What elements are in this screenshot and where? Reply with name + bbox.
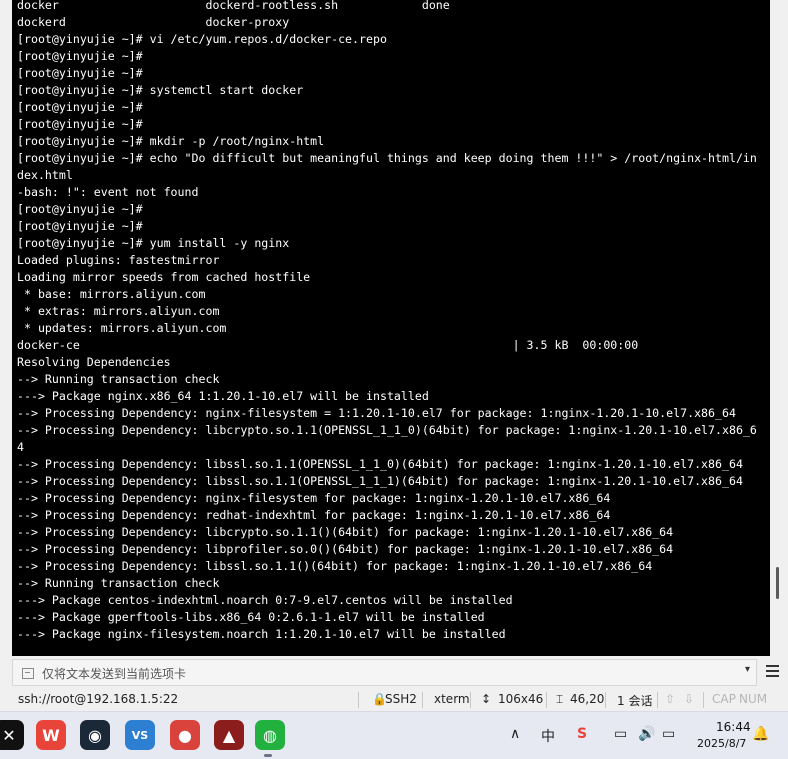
terminal-line: --> Processing Dependency: libprofiler.s… (17, 542, 674, 556)
chevron-up-icon[interactable]: ∧ (510, 726, 520, 742)
status-divider (605, 692, 606, 708)
terminal-line: Resolving Dependencies (17, 355, 171, 369)
terminal-line: dockerd docker-proxy (17, 15, 290, 29)
num-lock-indicator: NUM (739, 692, 768, 706)
send-bar: 仅将文本发送到当前选项卡 ▾ (0, 656, 788, 689)
terminal-line: docker dockerd-rootless.sh done (17, 0, 450, 12)
terminal-line: --> Processing Dependency: libssl.so.1.1… (17, 474, 743, 488)
terminal-line: Loading mirror speeds from cached hostfi… (17, 270, 311, 284)
terminal-line: --> Processing Dependency: nginx-filesys… (17, 406, 736, 420)
terminal-line: ---> Package centos-indexhtml.noarch 0:7… (17, 593, 513, 607)
terminal-line: [root@yinyujie ~]# systemctl start docke… (17, 83, 304, 97)
terminal-line: * extras: mirrors.aliyun.com (17, 304, 220, 318)
taskbar-app-capcut[interactable]: ✕ (0, 720, 24, 750)
status-divider (657, 692, 658, 708)
terminal-line: [root@yinyujie ~]# vi /etc/yum.repos.d/d… (17, 32, 387, 46)
scrollbar-thumb[interactable] (776, 567, 779, 599)
terminal-line: --> Processing Dependency: libcrypto.so.… (17, 423, 757, 437)
hamburger-menu-icon[interactable] (766, 664, 780, 678)
volume-icon[interactable]: 🔊 (638, 726, 655, 742)
arrow-down-icon[interactable]: ⇩ (684, 692, 694, 706)
terminal-line: --> Processing Dependency: nginx-filesys… (17, 491, 611, 505)
terminal-panel[interactable]: docker dockerd-rootless.sh done dockerd d… (0, 0, 788, 656)
terminal-line: [root@yinyujie ~]# (17, 219, 143, 233)
taskbar-app-visual-studio[interactable]: VS (125, 720, 155, 750)
compose-icon (22, 668, 34, 679)
terminal-line: [root@yinyujie ~]# yum install -y nginx (17, 236, 290, 250)
terminal-line: dex.html (17, 168, 73, 182)
taskbar: ✕ W ◉ VS ● ▲ ◍ ∧ 中 S ▭ 🔊 ▭ 16:44 2025/8/7 🔔 (0, 711, 788, 759)
terminal-line: * updates: mirrors.aliyun.com (17, 321, 227, 335)
taskbar-app-wps[interactable]: W (36, 720, 66, 750)
cursor-position: 46,20 (570, 692, 605, 706)
terminal-line: --> Processing Dependency: redhat-indexh… (17, 508, 611, 522)
terminal-type: xterm (434, 692, 470, 706)
terminal-line: [root@yinyujie ~]# (17, 202, 143, 216)
arrow-up-icon[interactable]: ⇧ (665, 692, 675, 706)
active-app-indicator (264, 754, 272, 757)
terminal-line: --> Running transaction check (17, 372, 220, 386)
terminal-line: [root@yinyujie ~]# mkdir -p /root/nginx-… (17, 134, 325, 148)
connection-address: ssh://root@192.168.1.5:22 (18, 692, 179, 706)
terminal-line: [root@yinyujie ~]# (17, 49, 143, 63)
terminal-output: docker dockerd-rootless.sh done dockerd d… (17, 0, 757, 643)
taskbar-app-wechat[interactable]: ◍ (255, 720, 285, 750)
cursor-icon: ⌶ (556, 692, 564, 706)
terminal-line: ---> Package nginx-filesystem.noarch 1:1… (17, 627, 506, 641)
ime-indicator[interactable]: 中 (541, 726, 555, 746)
terminal-line: --> Running transaction check (17, 576, 220, 590)
status-divider (546, 692, 547, 708)
terminal-size: 106x46 (498, 692, 544, 706)
terminal-line: [root@yinyujie ~]# (17, 66, 143, 80)
notification-bell-icon[interactable]: 🔔 (752, 726, 769, 742)
taskbar-app-game[interactable]: ▲ (214, 720, 244, 750)
terminal-line: --> Processing Dependency: libcrypto.so.… (17, 525, 674, 539)
terminal-line: 4 (17, 440, 24, 454)
resize-icon: ↕ (481, 692, 492, 706)
terminal-line: [root@yinyujie ~]# (17, 100, 143, 114)
status-divider (422, 692, 423, 708)
sogou-input-icon[interactable]: S (577, 726, 587, 742)
terminal-line: docker-ce | 3.5 kB 00:00:00 (17, 338, 639, 352)
terminal-screen[interactable]: docker dockerd-rootless.sh done dockerd d… (12, 0, 770, 656)
terminal-scrollbar[interactable] (770, 0, 788, 656)
status-divider (470, 692, 471, 708)
monitor-icon[interactable]: ▭ (614, 726, 627, 742)
chevron-down-icon[interactable]: ▾ (745, 664, 750, 675)
terminal-line: -bash: !": event not found (17, 185, 199, 199)
terminal-line: [root@yinyujie ~]# (17, 117, 143, 131)
session-count: 1 会话 (617, 694, 653, 708)
clock-time[interactable]: 16:44 (716, 720, 751, 734)
taskbar-app-steam[interactable]: ◉ (80, 720, 110, 750)
send-to-tab-input[interactable]: 仅将文本发送到当前选项卡 ▾ (12, 659, 757, 686)
terminal-line: --> Processing Dependency: libssl.so.1.1… (17, 457, 743, 471)
status-bar: ssh://root@192.168.1.5:22 🔒 SSH2 xterm ↕… (0, 689, 788, 711)
send-to-tab-placeholder: 仅将文本发送到当前选项卡 (42, 667, 187, 681)
terminal-line: Loaded plugins: fastestmirror (17, 253, 220, 267)
terminal-line: ---> Package gperftools-libs.x86_64 0:2.… (17, 610, 485, 624)
terminal-line: ---> Package nginx.x86_64 1:1.20.1-10.el… (17, 389, 429, 403)
caps-lock-indicator: CAP (712, 692, 736, 706)
terminal-line: * base: mirrors.aliyun.com (17, 287, 206, 301)
taskbar-app-xshell[interactable]: ● (170, 720, 200, 750)
protocol-label: SSH2 (385, 692, 417, 706)
battery-icon[interactable]: ▭ (662, 726, 675, 742)
terminal-line: --> Processing Dependency: libssl.so.1.1… (17, 559, 653, 573)
clock-date[interactable]: 2025/8/7 (697, 737, 746, 750)
status-divider (358, 692, 359, 708)
terminal-line: [root@yinyujie ~]# echo "Do difficult bu… (17, 151, 757, 165)
status-divider (703, 692, 704, 708)
